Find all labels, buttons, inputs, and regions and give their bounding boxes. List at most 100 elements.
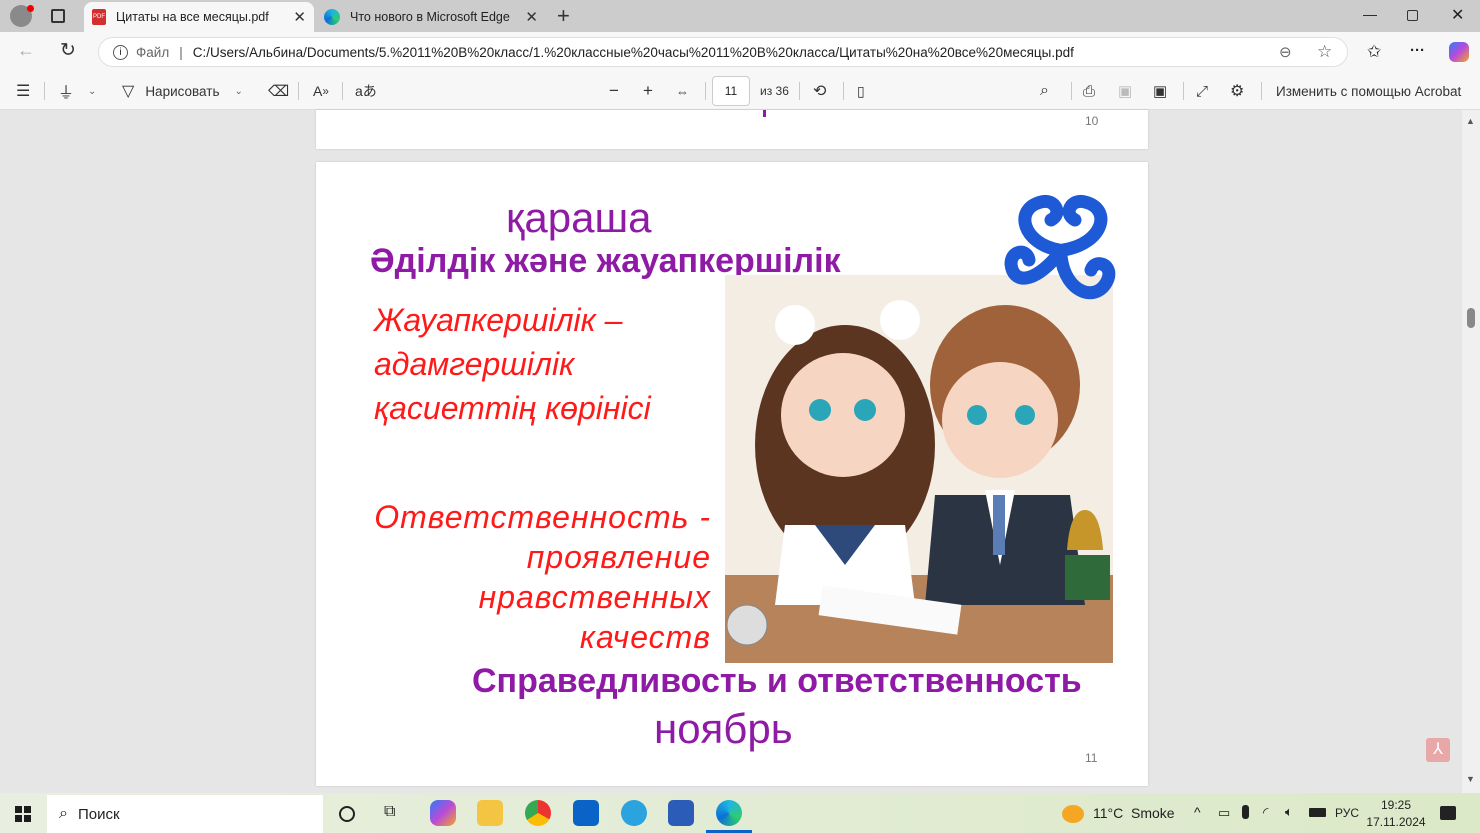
date: 17.11.2024 <box>1366 815 1426 829</box>
volume-icon[interactable]: 🔈︎ <box>1285 804 1293 820</box>
quote-line: проявление <box>526 539 711 575</box>
zoom-in-button[interactable]: + <box>643 72 653 110</box>
contents-icon[interactable]: ☰ <box>16 72 30 110</box>
tab-actions-icon[interactable] <box>51 9 65 23</box>
search-icon[interactable]: ⌕ <box>1040 72 1049 110</box>
weather-text[interactable]: 11°C Smoke <box>1093 805 1175 821</box>
restore-button[interactable] <box>1407 10 1418 21</box>
quote-line: қасиеттің көрінісі <box>374 390 651 426</box>
new-tab-button[interactable]: + <box>557 3 570 29</box>
quote-line: качеств <box>579 619 711 655</box>
copilot-icon[interactable] <box>1449 42 1469 62</box>
close-window-button[interactable]: ✕ <box>1451 5 1464 25</box>
ornament-logo <box>1004 194 1116 300</box>
back-button[interactable]: ← <box>17 40 35 61</box>
quote-ru: Ответственность - проявление нравственны… <box>356 497 711 657</box>
weather-icon <box>1062 805 1084 823</box>
notification-dot <box>27 5 34 12</box>
settings-icon[interactable]: ⚙ <box>1230 72 1244 110</box>
scroll-up-arrow[interactable]: ▲ <box>1466 116 1475 126</box>
pdf-icon: PDF <box>92 9 106 25</box>
info-icon[interactable]: i <box>113 44 128 60</box>
show-hidden-icons[interactable]: ^ <box>1194 804 1201 820</box>
search-placeholder: Поиск <box>77 805 120 823</box>
page-number-input[interactable]: 11 <box>712 76 750 106</box>
tab-bar: PDF Цитаты на все месяцы.pdf ✕ Что новог… <box>0 0 1480 32</box>
eraser-icon[interactable]: ⌫ <box>268 72 289 110</box>
read-aloud-icon[interactable]: A» <box>313 72 329 110</box>
windows-start-icon[interactable] <box>15 806 31 822</box>
chevron-down-icon[interactable]: ⌄ <box>234 86 242 97</box>
task-view-icon[interactable]: ⧉ <box>384 803 395 821</box>
close-tab-icon[interactable]: ✕ <box>525 8 538 26</box>
title-ru: Справедливость и ответственность <box>472 662 1082 700</box>
favorite-star-icon[interactable]: ☆ <box>1317 42 1332 62</box>
scroll-thumb[interactable] <box>1467 308 1475 328</box>
quote-line: Ответственность - <box>374 499 711 535</box>
quote-line: адамгершілік <box>374 346 575 382</box>
highlight-icon[interactable]: ⏚ <box>58 72 74 110</box>
address-field[interactable]: i Файл | C:/Users/Альбина/Documents/5.%2… <box>98 37 1348 67</box>
wifi-icon[interactable]: ◜ <box>1263 804 1268 821</box>
close-tab-icon[interactable]: ✕ <box>293 8 306 26</box>
url-text[interactable]: C:/Users/Альбина/Documents/5.%2011%20В%2… <box>193 45 1074 60</box>
pdf-page-11: қараша Әділдік және жауапкершілік Жауапк… <box>316 162 1148 786</box>
print-icon[interactable]: ⎙ <box>1083 72 1095 110</box>
month-kz: қараша <box>506 194 652 241</box>
save-icon[interactable]: ▣ <box>1118 72 1132 110</box>
tab-edge-whats-new[interactable]: Что нового в Microsoft Edge ✕ <box>316 2 546 32</box>
language-indicator[interactable]: РУС <box>1335 806 1359 820</box>
rotate-icon[interactable]: ⟲ <box>813 72 826 110</box>
zoom-out-button[interactable]: − <box>609 72 619 110</box>
chrome-icon[interactable] <box>525 800 551 826</box>
notifications-icon[interactable] <box>1440 806 1456 820</box>
fullscreen-icon[interactable]: ⤢ <box>1196 72 1208 110</box>
translate-icon[interactable]: aあ <box>355 72 377 110</box>
page-total: из 36 <box>760 84 789 98</box>
cortana-icon[interactable] <box>339 806 355 822</box>
month-ru: ноябрь <box>654 705 793 752</box>
clock[interactable]: 19:25 17.11.2024 <box>1366 797 1426 831</box>
file-explorer-icon[interactable] <box>477 800 503 826</box>
camera-icon[interactable]: ▭ <box>1218 805 1230 821</box>
edge-icon <box>324 9 340 25</box>
pdf-page-10: 10 <box>316 110 1148 149</box>
quote-line: нравственных <box>478 579 711 615</box>
time: 19:25 <box>1380 798 1412 812</box>
minimize-button[interactable]: — <box>1363 6 1377 22</box>
draw-button[interactable]: ▽ Нарисовать ⌄ <box>122 72 243 110</box>
edit-with-acrobat-button[interactable]: Изменить с помощью Acrobat <box>1276 72 1461 110</box>
page-number: 11 <box>1085 751 1098 765</box>
tab-title: Цитаты на все месяцы.pdf <box>116 10 269 24</box>
save-as-icon[interactable]: ▣ <box>1153 72 1167 110</box>
tab-title: Что нового в Microsoft Edge <box>350 10 510 24</box>
taskbar-search[interactable]: ⌕ Поиск <box>47 795 323 833</box>
scheme-label: Файл <box>136 44 170 60</box>
page-view-icon[interactable]: ▯ <box>857 72 865 110</box>
quote-kz: Жауапкершілік – адамгершілік қасиеттің к… <box>374 298 651 430</box>
microphone-icon[interactable] <box>1242 805 1249 819</box>
draw-icon: ▽ <box>122 83 135 100</box>
battery-icon[interactable] <box>1309 808 1326 817</box>
telegram-icon[interactable] <box>621 800 647 826</box>
scroll-down-arrow[interactable]: ▼ <box>1466 774 1475 784</box>
search-icon: ⌕ <box>59 805 68 822</box>
zoom-out-icon[interactable]: ⊖ <box>1279 43 1292 61</box>
refresh-button[interactable]: ↻ <box>60 39 76 62</box>
vertical-scrollbar[interactable]: ▲ ▼ <box>1462 110 1480 793</box>
chevron-down-icon[interactable]: ⌄ <box>88 72 96 110</box>
children-illustration <box>725 275 1113 663</box>
word-icon[interactable] <box>668 800 694 826</box>
outlook-icon[interactable] <box>573 800 599 826</box>
favorites-icon[interactable]: ✩ <box>1367 42 1381 62</box>
copilot-taskbar-icon[interactable] <box>430 800 456 826</box>
page-number: 10 <box>1085 114 1099 128</box>
quote-line: Жауапкершілік – <box>374 302 623 338</box>
fit-width-icon[interactable]: ⇔ <box>676 72 689 110</box>
divider: | <box>179 44 183 60</box>
tab-pdf[interactable]: PDF Цитаты на все месяцы.pdf ✕ <box>84 2 314 32</box>
more-menu-icon[interactable]: ··· <box>1410 42 1425 59</box>
text-fragment <box>763 110 766 117</box>
acrobat-icon[interactable]: ⅄ <box>1426 738 1450 762</box>
edge-taskbar-icon[interactable] <box>716 800 742 826</box>
